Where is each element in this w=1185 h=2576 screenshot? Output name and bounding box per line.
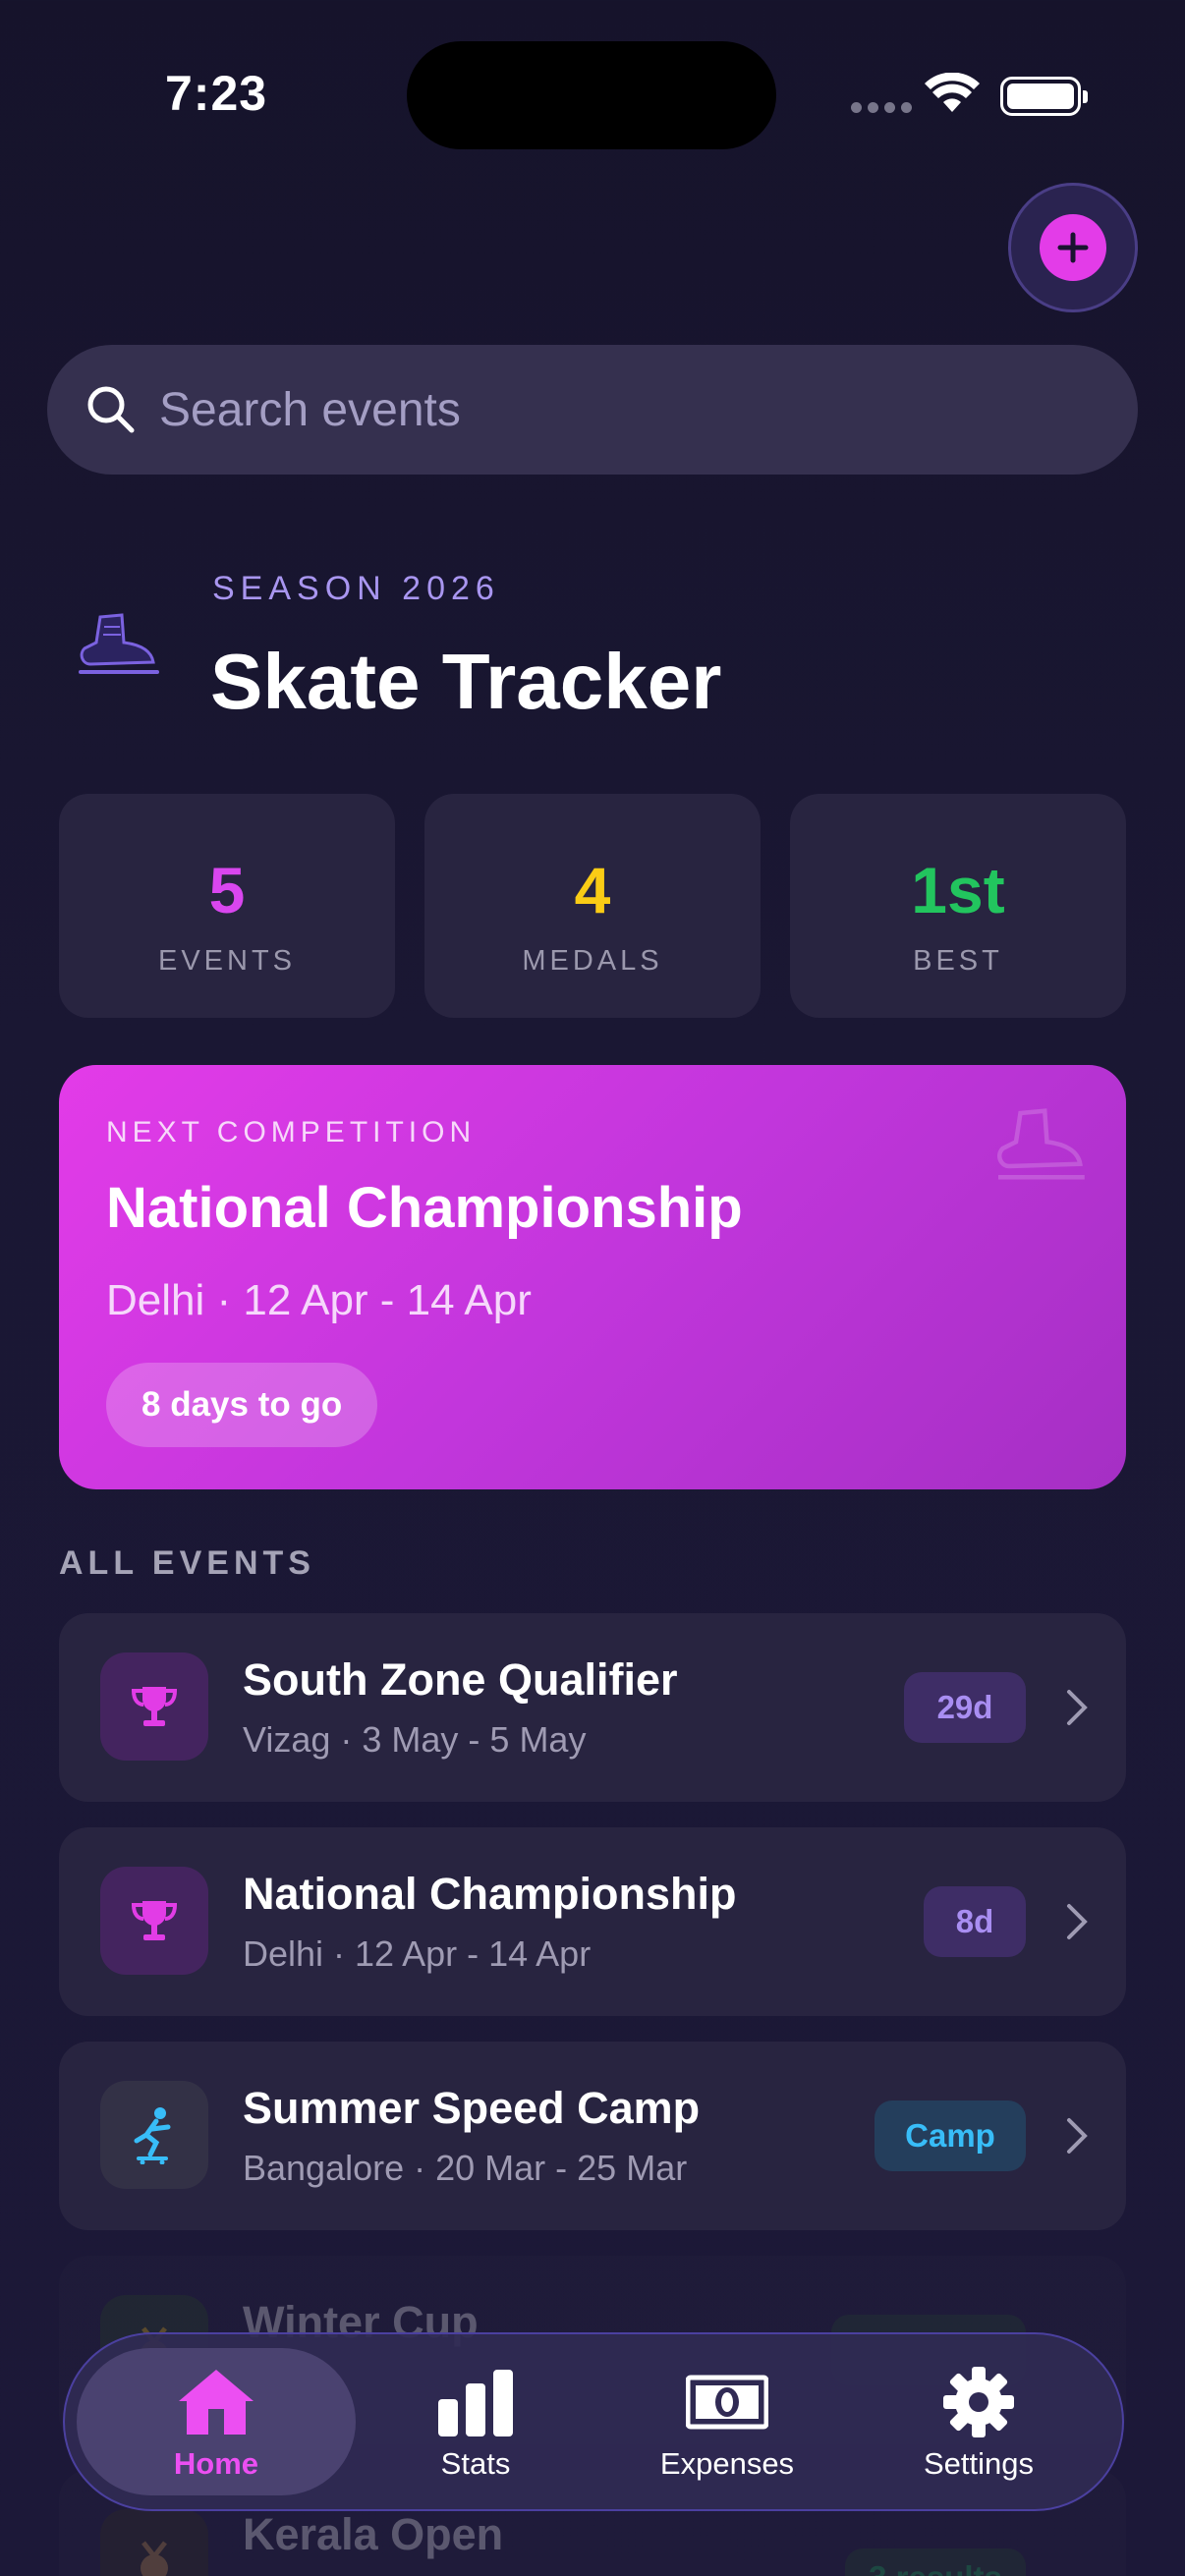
search-input[interactable] [159,382,1044,437]
event-row[interactable]: National Championship Delhi · 12 Apr - 1… [59,1827,1126,2016]
event-meta: Bangalore · 20 Mar - 25 Mar [243,2148,688,2188]
chevron-right-icon [1067,1904,1088,1939]
stat-card-medals: 4 MEDALS [424,794,761,1018]
plus-icon [1040,214,1106,281]
status-time: 7:23 [165,66,268,121]
event-meta: Delhi · 12 Apr - 14 Apr [243,1933,592,1974]
page-title: Skate Tracker [210,638,722,725]
stat-value: 5 [208,854,246,926]
search-icon [87,386,135,433]
wifi-icon [925,73,980,112]
signal-icon [851,102,912,113]
countdown-badge: 8 days to go [106,1363,378,1447]
chevron-right-icon [1067,1690,1088,1725]
skate-icon [79,613,159,674]
tab-label: Stats [440,2446,511,2481]
tab-label: Settings [923,2446,1034,2481]
search-bar[interactable] [47,345,1138,475]
tab-stats[interactable]: Stats [336,2348,615,2495]
event-name: Kerala Open [243,2509,504,2559]
result-badge: 3 results [845,2548,1026,2576]
add-event-button[interactable] [1008,183,1138,312]
tab-label: Expenses [659,2446,795,2481]
next-competition-card[interactable]: NEXT COMPETITION National Championship D… [59,1065,1126,1489]
next-competition-meta: Delhi · 12 Apr - 14 Apr [106,1276,532,1324]
home-icon [179,2370,254,2435]
skate-icon [997,1108,1085,1180]
next-competition-title: National Championship [106,1176,743,1240]
tab-settings[interactable]: Settings [839,2348,1118,2495]
tab-bar: Home Stats Expenses Settings [63,2332,1124,2511]
stat-value: 1st [911,854,1005,926]
event-name: National Championship [243,1869,737,1919]
bar-chart-icon [438,2370,513,2436]
season-label: SEASON 2026 [212,570,500,607]
gear-icon [943,2367,1014,2437]
battery-icon [1000,77,1088,116]
event-name: Summer Speed Camp [243,2083,701,2133]
tab-expenses[interactable]: Expenses [588,2348,867,2495]
days-badge: 29d [904,1672,1026,1743]
event-row[interactable]: South Zone Qualifier Vizag · 3 May - 5 M… [59,1613,1126,1802]
trophy-icon [100,1652,208,1761]
event-meta: Vizag · 3 May - 5 May [243,1719,587,1760]
stat-card-best: 1st BEST [790,794,1126,1018]
chevron-right-icon [1067,2118,1088,2154]
type-badge: Camp [875,2100,1026,2171]
stat-card-events: 5 EVENTS [59,794,395,1018]
medal-icon [100,2509,208,2576]
banknote-icon [686,2375,768,2430]
trophy-icon [100,1867,208,1975]
stat-label: EVENTS [157,945,297,977]
next-competition-eyebrow: NEXT COMPETITION [106,1116,477,1148]
dynamic-island [407,41,776,149]
event-name: South Zone Qualifier [243,1654,678,1705]
tab-home[interactable]: Home [77,2348,356,2495]
tab-label: Home [173,2446,259,2481]
stat-label: MEDALS [522,945,663,977]
days-badge: 8d [924,1886,1026,1957]
skater-icon [100,2081,208,2189]
stat-value: 4 [574,854,611,926]
stat-label: BEST [913,945,1003,977]
event-row[interactable]: Summer Speed Camp Bangalore · 20 Mar - 2… [59,2042,1126,2230]
section-title: ALL EVENTS [59,1544,315,1582]
